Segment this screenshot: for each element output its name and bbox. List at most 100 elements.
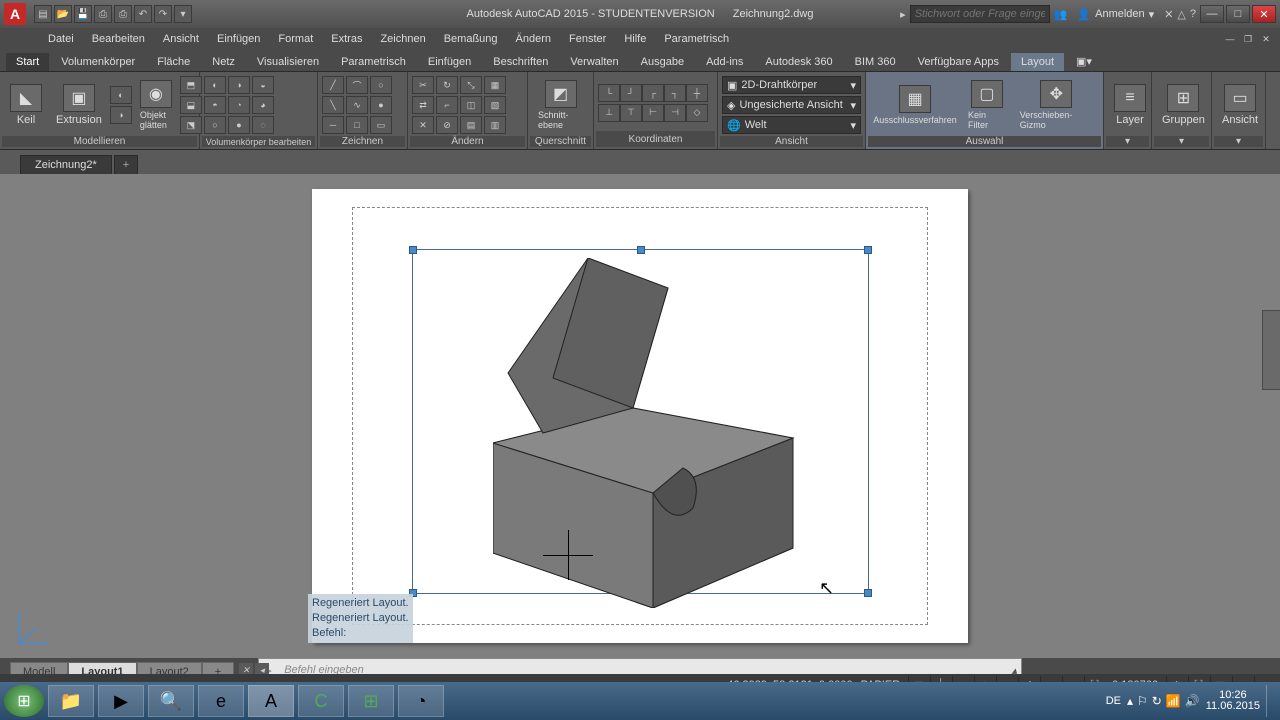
viewport[interactable]: ↖ (412, 249, 869, 594)
ve-icon[interactable]: ◓ (204, 96, 226, 114)
extrusion-button[interactable]: ▣Extrusion (50, 76, 108, 134)
ve-icon[interactable]: ◌ (252, 116, 274, 134)
maximize-button[interactable]: □ (1226, 5, 1250, 23)
qat-more-icon[interactable]: ▾ (174, 5, 192, 23)
qat-undo-icon[interactable]: ↶ (134, 5, 152, 23)
draw-icon[interactable]: ╲ (322, 96, 344, 114)
help-icon[interactable]: ? (1190, 8, 1196, 20)
clock[interactable]: 10:26 11.06.2015 (1206, 690, 1260, 712)
app-icon[interactable]: A (4, 3, 26, 25)
panel-label[interactable]: Querschnitt (530, 136, 591, 147)
panel-label[interactable]: Koordinaten (596, 131, 715, 147)
drawing-canvas[interactable]: ↖ Regeneriert Layout. Regeneriert Layout… (0, 174, 1280, 658)
menu-zeichnen[interactable]: Zeichnen (372, 31, 433, 47)
draw-icon[interactable]: ∿ (346, 96, 368, 114)
visual-style-combo[interactable]: ▣2D-Drahtkörper▾ (722, 76, 861, 94)
side-panel-tab[interactable] (1262, 310, 1280, 390)
search-icon[interactable]: 👥 (1054, 8, 1068, 21)
draw-icon[interactable]: ─ (322, 116, 344, 134)
ve-icon[interactable]: ◔ (228, 96, 250, 114)
schnittebene-button[interactable]: ◩Schnitt-ebene (532, 76, 589, 134)
rtab-beschriften[interactable]: Beschriften (483, 53, 558, 71)
file-tab[interactable]: Zeichnung2* (20, 155, 112, 174)
lang-indicator[interactable]: DE (1106, 695, 1121, 707)
panel-label[interactable]: Modellieren (2, 136, 197, 147)
ucs-icon[interactable] (14, 608, 54, 648)
mod-icon[interactable]: ✂ (412, 76, 434, 94)
new-tab-button[interactable]: + (114, 155, 138, 174)
panel-label[interactable]: ▾ (1214, 136, 1263, 147)
mod-icon[interactable]: ⤡ (460, 76, 482, 94)
draw-icon[interactable]: ▭ (370, 116, 392, 134)
coord-icon[interactable]: ┐ (664, 84, 686, 102)
qat-open-icon[interactable]: 📂 (54, 5, 72, 23)
menu-datei[interactable]: Datei (40, 31, 82, 47)
coord-icon[interactable]: ⊥ (598, 104, 620, 122)
mod-icon[interactable]: ◫ (460, 96, 482, 114)
tool-c-icon[interactable]: ⬔ (180, 116, 202, 134)
minimize-button[interactable]: — (1200, 5, 1224, 23)
panel-label[interactable]: Auswahl (868, 136, 1101, 147)
menu-einfuegen[interactable]: Einfügen (209, 31, 268, 47)
menu-bearbeiten[interactable]: Bearbeiten (84, 31, 153, 47)
mod-icon[interactable]: ⇄ (412, 96, 434, 114)
tray-vol-icon[interactable]: 🔊 (1185, 694, 1200, 708)
draw-icon[interactable]: ⌒ (346, 76, 368, 94)
ve-icon[interactable]: ◐ (204, 76, 226, 94)
task-magnify-icon[interactable]: 🔍 (148, 685, 194, 717)
coord-icon[interactable]: └ (598, 84, 620, 102)
draw-icon[interactable]: ○ (370, 76, 392, 94)
rtab-netz[interactable]: Netz (202, 53, 245, 71)
keinfilter-button[interactable]: ▢Kein Filter (962, 76, 1012, 134)
menu-fenster[interactable]: Fenster (561, 31, 614, 47)
rtab-apps[interactable]: Verfügbare Apps (908, 53, 1009, 71)
ve-icon[interactable]: ◒ (252, 76, 274, 94)
close-button[interactable]: ✕ (1252, 5, 1276, 23)
ribbon-collapse-icon[interactable]: ▣▾ (1066, 52, 1102, 71)
show-desktop-button[interactable] (1266, 685, 1276, 717)
mod-icon[interactable]: ⊘ (436, 116, 458, 134)
coord-icon[interactable]: ┌ (642, 84, 664, 102)
rtab-visualisieren[interactable]: Visualisieren (247, 53, 329, 71)
ve-icon[interactable]: ◕ (252, 96, 274, 114)
qat-plot-icon[interactable]: ⎙ (114, 5, 132, 23)
tray-up-icon[interactable]: ▴ (1127, 694, 1133, 708)
signin-button[interactable]: 👤 Anmelden ▾ (1071, 8, 1160, 21)
qat-save-icon[interactable]: 💾 (74, 5, 92, 23)
tool-b-icon[interactable]: ⬓ (180, 96, 202, 114)
mod-icon[interactable]: ▤ (460, 116, 482, 134)
task-autocad-icon[interactable]: A (248, 685, 294, 717)
menu-parametrisch[interactable]: Parametrisch (656, 31, 737, 47)
panel-label[interactable]: Ändern (410, 136, 525, 147)
qat-new-icon[interactable]: ▤ (34, 5, 52, 23)
menu-aendern[interactable]: Ändern (508, 31, 559, 47)
gizmo-button[interactable]: ✥Verschieben-Gizmo (1014, 76, 1099, 134)
task-app-icon[interactable]: C (298, 685, 344, 717)
rtab-ausgabe[interactable]: Ausgabe (631, 53, 694, 71)
task-app2-icon[interactable]: ⊞ (348, 685, 394, 717)
viewport-handle[interactable] (864, 246, 872, 254)
rtab-start[interactable]: Start (6, 53, 49, 71)
layer-button[interactable]: ≡Layer (1108, 76, 1152, 134)
coord-icon[interactable]: ⊤ (620, 104, 642, 122)
mod-icon[interactable]: ⌐ (436, 96, 458, 114)
qat-redo-icon[interactable]: ↷ (154, 5, 172, 23)
qat-saveas-icon[interactable]: ⎙ (94, 5, 112, 23)
panel-label[interactable]: Ansicht (720, 136, 863, 147)
view-combo[interactable]: ◈Ungesicherte Ansicht▾ (722, 96, 861, 114)
ausschluss-button[interactable]: ▦Ausschlussverfahren (870, 76, 960, 134)
gruppen-button[interactable]: ⊞Gruppen (1156, 76, 1211, 134)
coord-icon[interactable]: ◇ (686, 104, 708, 122)
viewport-handle[interactable] (864, 589, 872, 597)
coord-icon[interactable]: ┘ (620, 84, 642, 102)
viewport-handle[interactable] (409, 246, 417, 254)
rtab-verwalten[interactable]: Verwalten (560, 53, 628, 71)
rtab-addins[interactable]: Add-ins (696, 53, 753, 71)
viewport-handle[interactable] (637, 246, 645, 254)
menu-ansicht[interactable]: Ansicht (155, 31, 207, 47)
mod-icon[interactable]: ▧ (484, 96, 506, 114)
ucs-combo[interactable]: 🌐Welt▾ (722, 116, 861, 134)
ve-icon[interactable]: ◑ (228, 76, 250, 94)
coord-icon[interactable]: ⊢ (642, 104, 664, 122)
mod-icon[interactable]: ↻ (436, 76, 458, 94)
